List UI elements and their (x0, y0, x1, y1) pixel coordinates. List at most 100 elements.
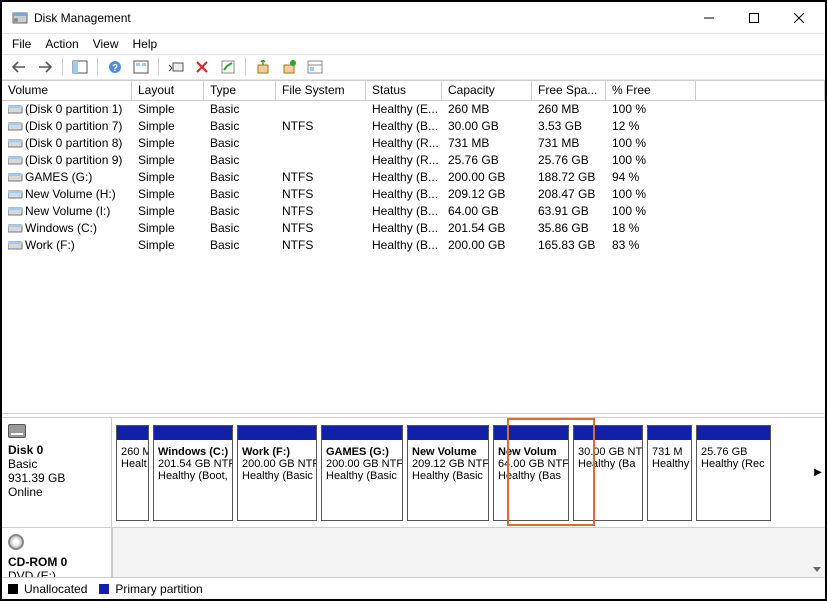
cell-status: Healthy (R... (366, 152, 442, 169)
partition-box[interactable]: New Volume209.12 GB NTFSHealthy (Basic (407, 425, 489, 521)
cell-capacity: 30.00 GB (442, 118, 532, 135)
partition-box[interactable]: 25.76 GBHealthy (Rec (696, 425, 771, 521)
show-hide-console-tree-button[interactable] (69, 56, 91, 78)
cell-capacity: 200.00 GB (442, 169, 532, 186)
scroll-right-icon[interactable]: ▶ (811, 418, 825, 527)
partition-box[interactable]: 731 MHealthy (647, 425, 692, 521)
cell-type: Basic (204, 203, 276, 220)
cell-type: Basic (204, 169, 276, 186)
cell-status: Healthy (B... (366, 169, 442, 186)
partition-box[interactable]: Work (F:)200.00 GB NTFSHealthy (Basic (237, 425, 317, 521)
disk-0-info[interactable]: Disk 0 Basic 931.39 GB Online (2, 418, 112, 527)
cell-pct: 100 % (606, 186, 696, 203)
help-button[interactable]: ? (104, 56, 126, 78)
partition-cap (574, 426, 642, 440)
partition-cap (408, 426, 488, 440)
col-type[interactable]: Type (204, 81, 276, 100)
maximize-button[interactable] (731, 4, 776, 32)
cell-layout: Simple (132, 101, 204, 118)
volume-icon (8, 204, 23, 214)
col-status[interactable]: Status (366, 81, 442, 100)
cell-free: 35.86 GB (532, 220, 606, 237)
partition-size: 731 M (652, 446, 687, 458)
options-button[interactable] (130, 56, 152, 78)
cell-pct: 100 % (606, 152, 696, 169)
cell-pct: 100 % (606, 101, 696, 118)
delete-button[interactable] (191, 56, 213, 78)
cdrom-name: CD-ROM 0 (8, 555, 105, 569)
partition-box[interactable]: 260 MHealt (116, 425, 149, 521)
cell-pct: 12 % (606, 118, 696, 135)
back-button[interactable] (8, 56, 30, 78)
cell-capacity: 209.12 GB (442, 186, 532, 203)
cell-volume: (Disk 0 partition 1) (25, 102, 122, 116)
table-row[interactable]: New Volume (I:)SimpleBasicNTFSHealthy (B… (2, 203, 825, 220)
cell-free: 208.47 GB (532, 186, 606, 203)
col-volume[interactable]: Volume (2, 81, 132, 100)
menu-action[interactable]: Action (45, 37, 78, 51)
cell-layout: Simple (132, 118, 204, 135)
cell-free: 63.91 GB (532, 203, 606, 220)
disk-0-name: Disk 0 (8, 443, 105, 457)
partition-status: Healthy (Rec (701, 458, 766, 470)
forward-button[interactable] (34, 56, 56, 78)
col-capacity[interactable]: Capacity (442, 81, 532, 100)
partition-cap (697, 426, 770, 440)
col-layout[interactable]: Layout (132, 81, 204, 100)
partition-status: Healthy (Boot, (158, 470, 228, 482)
partition-box[interactable]: 30.00 GB NTFSHealthy (Ba (573, 425, 643, 521)
close-button[interactable] (776, 4, 821, 32)
legend-unallocated-label: Unallocated (24, 582, 87, 596)
scroll-down-icon[interactable] (809, 561, 825, 577)
table-row[interactable]: (Disk 0 partition 7)SimpleBasicNTFSHealt… (2, 118, 825, 135)
cell-status: Healthy (R... (366, 135, 442, 152)
action1-button[interactable] (252, 56, 274, 78)
table-row[interactable]: New Volume (H:)SimpleBasicNTFSHealthy (B… (2, 186, 825, 203)
table-row[interactable]: Windows (C:)SimpleBasicNTFSHealthy (B...… (2, 220, 825, 237)
table-row[interactable]: Work (F:)SimpleBasicNTFSHealthy (B...200… (2, 237, 825, 254)
partition-status: Healthy (Basic (242, 470, 312, 482)
table-row[interactable]: (Disk 0 partition 1)SimpleBasicHealthy (… (2, 101, 825, 118)
menu-file[interactable]: File (12, 37, 31, 51)
disk-0-type: Basic (8, 457, 105, 471)
cdrom-info[interactable]: CD-ROM 0 DVD (E:) No Media (2, 528, 112, 577)
partition-box[interactable]: New Volum64.00 GB NTFSHealthy (Bas (493, 425, 569, 521)
table-row[interactable]: GAMES (G:)SimpleBasicNTFSHealthy (B...20… (2, 169, 825, 186)
grid-header-row: Volume Layout Type File System Status Ca… (2, 81, 825, 101)
col-pctfree[interactable]: % Free (606, 81, 696, 100)
partition-box[interactable]: Windows (C:)201.54 GB NTFSHealthy (Boot, (153, 425, 233, 521)
action2-button[interactable] (278, 56, 300, 78)
table-row[interactable]: (Disk 0 partition 8)SimpleBasicHealthy (… (2, 135, 825, 152)
volume-icon (8, 221, 23, 231)
action3-button[interactable] (304, 56, 326, 78)
cell-volume: Work (F:) (25, 238, 75, 252)
cell-status: Healthy (E... (366, 101, 442, 118)
content: Volume Layout Type File System Status Ca… (2, 80, 825, 599)
window-title: Disk Management (34, 11, 131, 25)
cell-free: 3.53 GB (532, 118, 606, 135)
menu-view[interactable]: View (93, 37, 119, 51)
cell-pct: 18 % (606, 220, 696, 237)
partition-size: 200.00 GB NTFS (326, 458, 398, 470)
menu-help[interactable]: Help (133, 37, 158, 51)
cell-fs (276, 152, 366, 169)
col-freespace[interactable]: Free Spa... (532, 81, 606, 100)
properties-button[interactable] (217, 56, 239, 78)
cell-type: Basic (204, 135, 276, 152)
cell-volume: Windows (C:) (25, 221, 97, 235)
menubar: File Action View Help (2, 34, 825, 54)
table-row[interactable]: (Disk 0 partition 9)SimpleBasicHealthy (… (2, 152, 825, 169)
refresh-button[interactable] (165, 56, 187, 78)
legend-primary-swatch (99, 584, 109, 594)
partition-cap (117, 426, 148, 440)
partition-size: 260 M (121, 446, 144, 458)
cell-layout: Simple (132, 152, 204, 169)
partition-name: GAMES (G:) (326, 446, 398, 458)
cdrom-row: CD-ROM 0 DVD (E:) No Media (2, 528, 825, 577)
col-filesystem[interactable]: File System (276, 81, 366, 100)
disk-0-status: Online (8, 485, 105, 499)
cell-fs: NTFS (276, 169, 366, 186)
partition-box[interactable]: GAMES (G:)200.00 GB NTFSHealthy (Basic (321, 425, 403, 521)
partition-name: Work (F:) (242, 446, 312, 458)
minimize-button[interactable] (686, 4, 731, 32)
